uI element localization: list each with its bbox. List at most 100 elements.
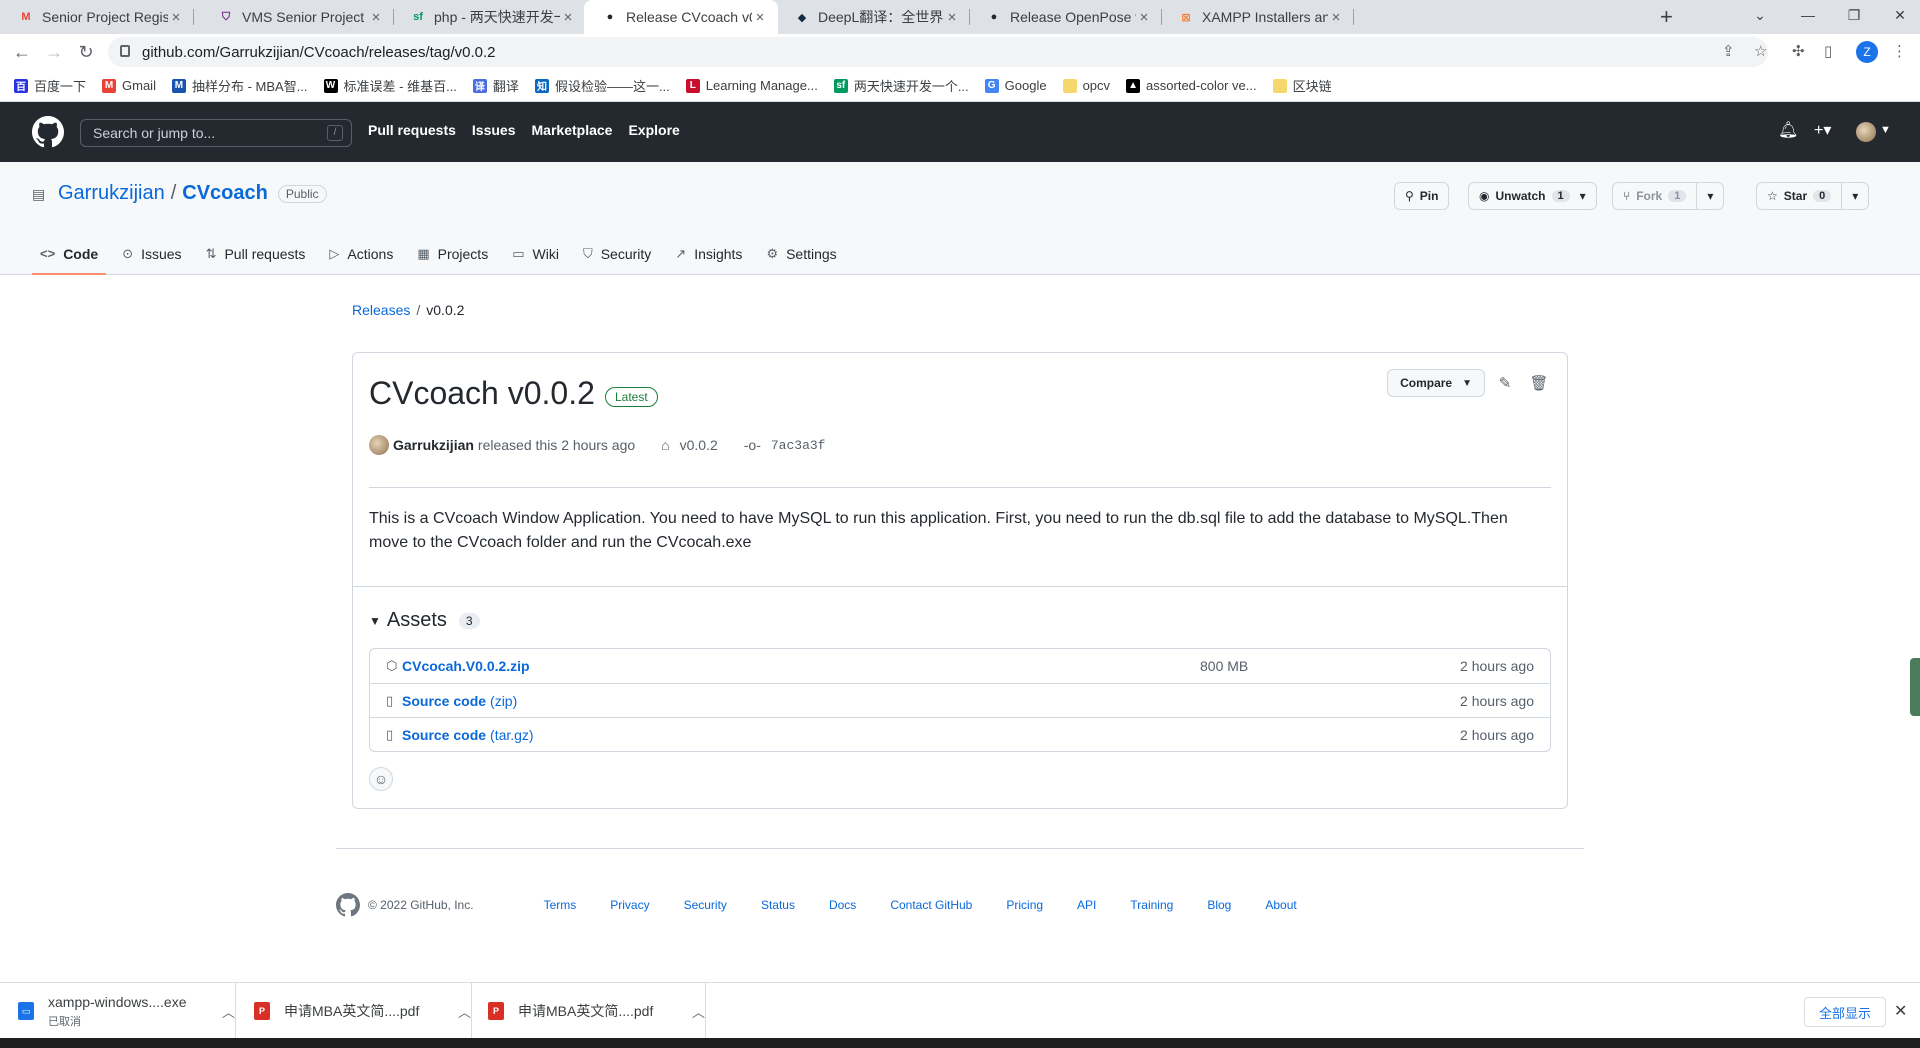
close-tab-icon[interactable]: × xyxy=(1328,9,1344,26)
bookmark-item[interactable]: M 抽样分布 - MBA智... xyxy=(171,76,308,95)
browser-tab[interactable]: M Senior Project Registration 20× xyxy=(0,0,194,34)
nav-issues[interactable]: Issues xyxy=(472,122,516,138)
bookmark-item[interactable]: 译翻译 xyxy=(472,76,519,95)
tag-link[interactable]: ⌂ v0.0.2 xyxy=(661,437,718,453)
breadcrumb-releases-link[interactable]: Releases xyxy=(352,302,410,318)
author-name[interactable]: Garrukzijian xyxy=(393,437,474,453)
repo-name-link[interactable]: CVcoach xyxy=(182,182,268,205)
repo-tab-actions[interactable]: ▷ Actions xyxy=(321,234,401,275)
close-tab-icon[interactable]: × xyxy=(168,9,184,26)
new-tab-button[interactable]: + xyxy=(1660,4,1673,30)
repo-tab-code[interactable]: <> Code xyxy=(32,234,107,275)
footer-link-training[interactable]: Training xyxy=(1130,898,1173,912)
browser-tab[interactable]: ● Release OpenPose v1.7.0 · CM× xyxy=(968,0,1162,34)
close-window-button[interactable]: ✕ xyxy=(1880,0,1920,30)
repo-tab-pull-requests[interactable]: ⇅ Pull requests xyxy=(198,234,314,275)
nav-explore[interactable]: Explore xyxy=(628,122,679,138)
close-tab-icon[interactable]: × xyxy=(944,9,960,26)
footer-link-terms[interactable]: Terms xyxy=(544,898,577,912)
github-logo-icon[interactable] xyxy=(32,116,64,148)
repo-tab-projects[interactable]: ▦ Projects xyxy=(409,234,496,275)
unwatch-button[interactable]: ◉ Unwatch 1 ▾ xyxy=(1468,182,1597,210)
github-search-input[interactable]: Search or jump to... / xyxy=(80,119,352,147)
bookmark-item[interactable]: 百百度一下 xyxy=(14,76,86,95)
github-mark-icon[interactable] xyxy=(336,893,360,917)
share-icon[interactable]: ⇪ xyxy=(1722,42,1735,60)
menu-kebab-icon[interactable]: ⋮ xyxy=(1892,42,1907,60)
footer-link-pricing[interactable]: Pricing xyxy=(1006,898,1043,912)
pencil-edit-icon[interactable]: ✎ xyxy=(1495,373,1515,393)
repo-tab-settings[interactable]: ⚙ Settings xyxy=(758,234,844,275)
footer-link-privacy[interactable]: Privacy xyxy=(610,898,649,912)
browser-tab[interactable]: ⛉ VMS Senior Project × xyxy=(200,0,394,34)
bookmark-item[interactable]: M Gmail xyxy=(102,78,156,93)
close-tab-icon[interactable]: × xyxy=(1136,9,1152,26)
close-tab-icon[interactable]: × xyxy=(368,9,384,26)
repo-tab-issues[interactable]: ⊙ Issues xyxy=(114,234,189,275)
author-avatar[interactable] xyxy=(369,435,389,455)
repo-tab-insights[interactable]: ↗ Insights xyxy=(667,234,750,275)
bookmark-item[interactable]: sf 两天快速开发一个... xyxy=(833,76,969,95)
browser-tab[interactable]: ● Release CVcoach v0.0.2 · Garr× xyxy=(584,0,778,34)
bell-icon[interactable]: 🔔︎ xyxy=(1778,120,1798,140)
minimize-button[interactable]: — xyxy=(1788,0,1828,30)
browser-tab[interactable]: ⊠ XAMPP Installers and Downlo× xyxy=(1160,0,1354,34)
fork-dropdown[interactable]: ▾ xyxy=(1696,183,1723,209)
footer-link-blog[interactable]: Blog xyxy=(1207,898,1231,912)
close-tab-icon[interactable]: × xyxy=(560,9,576,26)
trash-icon[interactable]: 🗑︎ xyxy=(1529,373,1549,393)
bookmark-star-icon[interactable]: ☆ xyxy=(1754,42,1767,60)
asset-link[interactable]: CVcocah.V0.0.2.zip xyxy=(402,658,530,674)
footer-link-security[interactable]: Security xyxy=(684,898,727,912)
footer-link-docs[interactable]: Docs xyxy=(829,898,856,912)
star-button[interactable]: ☆ Star 0 ▾ xyxy=(1756,182,1870,210)
browser-tab[interactable]: ◆ DeepL翻译：全世界最准确的翻× xyxy=(776,0,970,34)
side-panel-icon[interactable]: ▯ xyxy=(1824,42,1832,60)
forward-arrow-icon[interactable]: → xyxy=(42,40,66,64)
chevron-down-icon[interactable]: ▼ xyxy=(1880,124,1891,136)
bookmark-item[interactable]: opcv xyxy=(1062,78,1110,93)
chevron-up-icon[interactable]: ︿ xyxy=(692,1002,705,1021)
nav-pull-requests[interactable]: Pull requests xyxy=(368,122,456,138)
commit-link[interactable]: -o- 7ac3a3f xyxy=(744,437,826,453)
asset-link[interactable]: Source code (tar.gz) xyxy=(402,727,534,743)
bookmark-item[interactable]: ▲ assorted-color ve... xyxy=(1126,78,1257,93)
asset-link[interactable]: Source code (zip) xyxy=(402,693,517,709)
footer-link-api[interactable]: API xyxy=(1077,898,1096,912)
back-arrow-icon[interactable]: ← xyxy=(10,40,34,64)
bookmark-item[interactable]: 区块链 xyxy=(1272,76,1332,95)
add-reaction-smiley-icon[interactable]: ☺ xyxy=(369,767,393,791)
reload-icon[interactable]: ↻ xyxy=(74,40,98,64)
download-item[interactable]: P 申请MBA英文简....pdf ︿ xyxy=(236,983,473,1039)
close-shelf-icon[interactable]: ✕ xyxy=(1894,1001,1907,1021)
bookmark-item[interactable]: G Google xyxy=(984,78,1047,93)
footer-link-about[interactable]: About xyxy=(1265,898,1296,912)
fork-button[interactable]: ⑂ Fork 1 ▾ xyxy=(1612,182,1725,210)
chevron-up-icon[interactable]: ︿ xyxy=(222,1002,235,1021)
compare-button[interactable]: Compare ▼ xyxy=(1387,369,1485,397)
repo-tab-wiki[interactable]: ▭ Wiki xyxy=(504,234,567,275)
plus-dropdown-icon[interactable]: +▾ xyxy=(1814,120,1831,140)
footer-link-contact-github[interactable]: Contact GitHub xyxy=(890,898,972,912)
restore-button[interactable]: ❐ xyxy=(1834,0,1874,30)
user-avatar[interactable] xyxy=(1856,122,1876,142)
side-extension-tab[interactable] xyxy=(1910,658,1920,716)
bookmark-item[interactable]: W 标准误差 - 维基百... xyxy=(323,76,457,95)
download-item[interactable]: P 申请MBA英文简....pdf ︿ xyxy=(470,983,707,1039)
extensions-icon[interactable]: ✣ xyxy=(1792,42,1805,60)
download-item[interactable]: ▭ xampp-windows....exe 已取消 ︿ xyxy=(0,983,237,1039)
show-all-downloads-button[interactable]: 全部显示 xyxy=(1804,997,1887,1027)
nav-marketplace[interactable]: Marketplace xyxy=(532,122,613,138)
repo-tab-security[interactable]: ⛉ Security xyxy=(575,234,659,275)
tab-search-icon[interactable]: ⌄ xyxy=(1740,0,1780,30)
close-tab-icon[interactable]: × xyxy=(752,9,768,26)
star-dropdown[interactable]: ▾ xyxy=(1841,183,1868,209)
footer-link-status[interactable]: Status xyxy=(761,898,795,912)
browser-tab[interactable]: sf php - 两天快速开发一个自己的× xyxy=(392,0,586,34)
repo-owner-link[interactable]: Garrukzijian xyxy=(58,182,165,205)
bookmark-item[interactable]: L Learning Manage... xyxy=(685,78,818,93)
address-bar[interactable]: github.com/Garrukzijian/CVcoach/releases… xyxy=(108,37,1768,67)
pin-button[interactable]: ⚲ Pin xyxy=(1394,182,1450,210)
profile-avatar[interactable]: Z xyxy=(1856,41,1878,63)
assets-toggle[interactable]: ▼ Assets 3 xyxy=(369,609,480,632)
